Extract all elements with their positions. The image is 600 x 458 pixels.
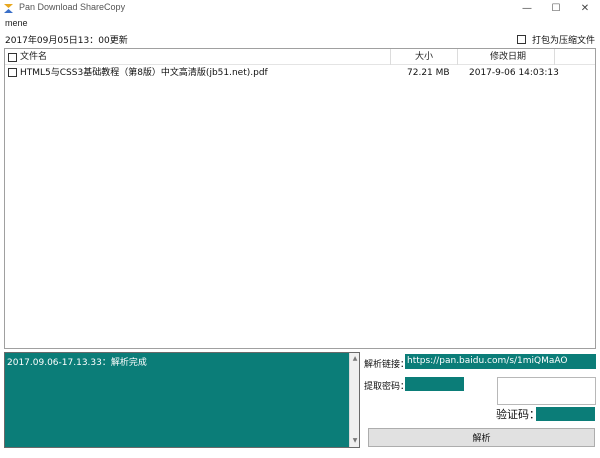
file-size: 72.21 MB	[407, 68, 450, 78]
password-label: 提取密码：	[364, 382, 410, 392]
file-list: 文件名 大小 修改日期 HTML5与CSS3基础教程（第8版）中文高清版(jb5…	[4, 48, 596, 349]
scroll-down-icon[interactable]: ▼	[351, 436, 359, 446]
maximize-button[interactable]: ☐	[541, 0, 571, 17]
user-label: mene	[5, 18, 28, 28]
log-scrollbar[interactable]: ▲ ▼	[349, 353, 359, 447]
minimize-button[interactable]: —	[512, 0, 542, 17]
file-date: 2017-9-06 14:03:13	[469, 68, 559, 78]
zip-option[interactable]: 打包为压缩文件	[517, 33, 595, 46]
file-checkbox[interactable]	[8, 68, 17, 77]
link-label: 解析链接：	[364, 360, 410, 370]
column-header-date[interactable]: 修改日期	[490, 49, 526, 65]
captcha-input[interactable]	[536, 407, 595, 421]
link-input[interactable]: https://pan.baidu.com/s/1miQMaAO	[405, 354, 596, 369]
file-row[interactable]: HTML5与CSS3基础教程（第8版）中文高清版(jb51.net).pdf 7…	[5, 66, 595, 80]
close-button[interactable]: ✕	[570, 0, 600, 17]
captcha-label: 验证码：	[496, 408, 540, 421]
column-header-size[interactable]: 大小	[415, 49, 433, 65]
parse-button[interactable]: 解析	[368, 428, 595, 447]
password-input[interactable]	[405, 377, 464, 391]
app-icon	[4, 4, 13, 13]
column-divider[interactable]	[554, 49, 555, 65]
title-bar: Pan Download ShareCopy — ☐ ✕	[0, 0, 600, 17]
captcha-image[interactable]	[497, 377, 596, 405]
zip-checkbox[interactable]	[517, 35, 526, 44]
column-divider[interactable]	[457, 49, 458, 65]
update-notice: 2017年09月05日13：00更新	[5, 36, 128, 46]
select-all-checkbox[interactable]	[8, 53, 17, 62]
log-message: 2017.09.06-17.13.33：解析完成	[7, 358, 147, 368]
zip-label: 打包为压缩文件	[532, 36, 596, 46]
scroll-up-icon[interactable]: ▲	[351, 354, 359, 364]
log-panel: 2017.09.06-17.13.33：解析完成 ▲ ▼	[4, 352, 360, 448]
column-divider[interactable]	[390, 49, 391, 65]
column-header-name[interactable]: 文件名	[20, 49, 47, 65]
file-list-header: 文件名 大小 修改日期	[5, 49, 595, 65]
window-title: Pan Download ShareCopy	[19, 2, 126, 12]
file-name: HTML5与CSS3基础教程（第8版）中文高清版(jb51.net).pdf	[20, 68, 268, 78]
